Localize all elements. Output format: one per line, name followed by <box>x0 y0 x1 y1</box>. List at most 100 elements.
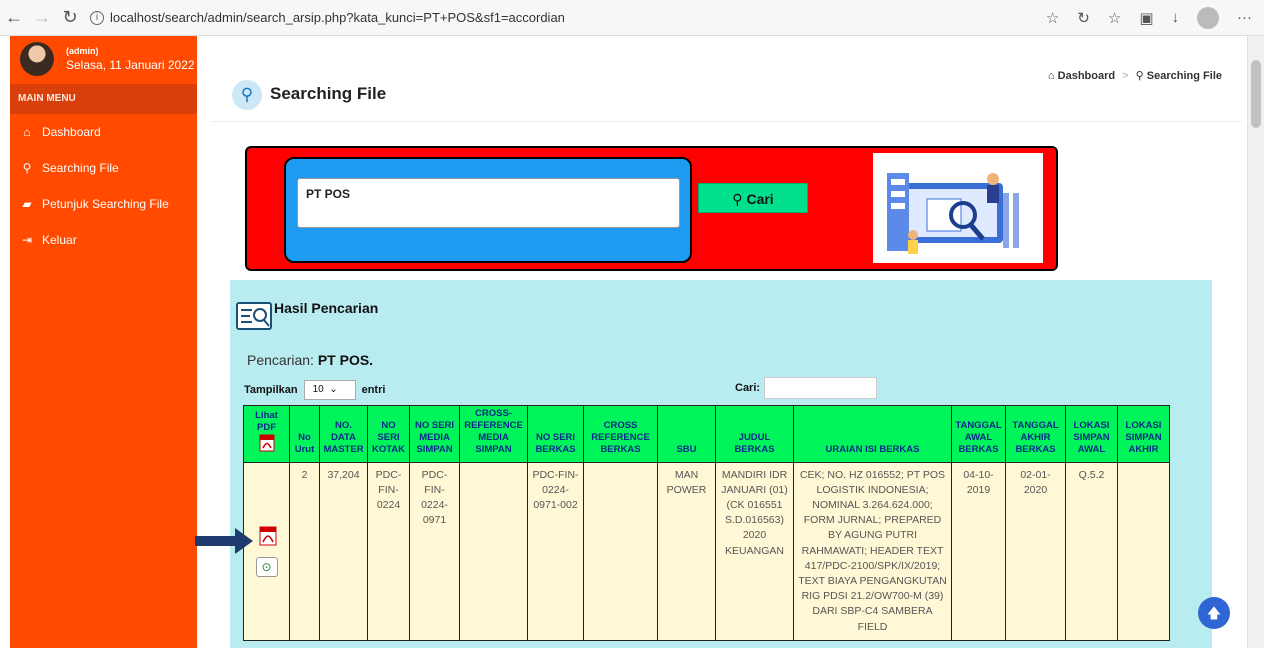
cell-no-seri-media: PDC-FIN-0224-0971 <box>409 461 460 641</box>
filter-input[interactable] <box>764 377 878 399</box>
col-judul-berkas[interactable]: JUDUL BERKAS <box>715 405 794 463</box>
col-uraian-isi[interactable]: URAIAN ISI BERKAS <box>793 405 952 463</box>
sidebar-item-searching-file[interactable]: ⚲ Searching File <box>10 150 197 186</box>
cell-lokasi-awal: Q.5.2 <box>1065 461 1118 641</box>
home-icon: ⌂ <box>1047 70 1055 82</box>
filter-label: Cari: <box>735 382 761 394</box>
cell-no-urut: 2 <box>289 461 320 641</box>
col-no-urut[interactable]: No Urut <box>289 405 320 463</box>
page-header: ⚲ Searching File ⌂ Dashboard > ⚲ Searchi… <box>210 36 1242 122</box>
search-icon: ⚲ <box>732 191 743 207</box>
col-lokasi-awal[interactable]: LOKASI SIMPAN AWAL <box>1065 405 1118 463</box>
profile-avatar[interactable] <box>1197 6 1219 29</box>
col-label: Lihat PDF <box>255 409 278 433</box>
sidebar-item-label: Keluar <box>42 233 77 247</box>
col-no-seri-kotak[interactable]: NO SERI KOTAK <box>367 405 410 463</box>
home-icon: ⌂ <box>23 125 31 139</box>
sidebar-item-label: Petunjuk Searching File <box>42 197 169 211</box>
cell-judul: MANDIRI IDR JANUARI (01) (CK 016551 S.D.… <box>715 461 794 641</box>
sidebar-item-dashboard[interactable]: ⌂ Dashboard <box>10 114 197 150</box>
length-select[interactable]: 10 ⌄ <box>303 380 356 400</box>
sidebar: (admin) Selasa, 11 Januari 2022 MAIN MEN… <box>10 36 197 648</box>
col-cross-ref-berkas[interactable]: CROSS REFERENCE BERKAS <box>583 405 658 463</box>
search-illustration <box>873 153 1043 263</box>
search-icon: ⚲ <box>1135 70 1144 82</box>
table-header-row: Lihat PDF No Urut NO. DATA MASTER NO SER… <box>243 405 1170 463</box>
arrow-up-icon: 🡅 <box>1206 605 1222 621</box>
refresh-icon[interactable]: ↻ <box>56 7 84 28</box>
query-label: Pencarian: <box>247 352 314 368</box>
query-value: PT POS. <box>317 352 374 368</box>
user-role: (admin) <box>66 46 99 56</box>
table-row: ⊙ 2 37,204 PDC-FIN-0224 PDC-FIN-0224-097… <box>243 461 1170 641</box>
col-no-data-master[interactable]: NO. DATA MASTER <box>319 405 368 463</box>
favorites-icon[interactable]: ☆ <box>1108 9 1121 27</box>
refresh-alt-icon[interactable]: ↻ <box>1077 9 1090 27</box>
cari-label: Cari <box>746 191 774 207</box>
col-cross-ref-media[interactable]: CROSS-REFERENCE MEDIA SIMPAN <box>459 405 528 463</box>
cell-uraian: CEK; NO. HZ 016552; PT POS LOGISTIK INDO… <box>793 461 952 641</box>
length-value: 10 <box>312 384 324 395</box>
user-date: Selasa, 11 Januari 2022 <box>66 58 195 72</box>
view-pdf-icon[interactable] <box>259 526 276 546</box>
more-icon[interactable]: ··· <box>1237 9 1252 26</box>
length-label: Tampilkan <box>244 384 298 396</box>
breadcrumb-dashboard[interactable]: Dashboard <box>1058 70 1115 82</box>
sidebar-item-label: Dashboard <box>42 125 101 139</box>
filter-control: Cari: <box>735 377 878 399</box>
breadcrumb-current: Searching File <box>1146 70 1222 82</box>
search-icon: ⚲ <box>22 161 32 175</box>
length-suffix: entri <box>361 384 386 396</box>
results-table: Lihat PDF No Urut NO. DATA MASTER NO SER… <box>243 405 1170 641</box>
cell-lokasi-akhir <box>1117 461 1170 641</box>
col-tanggal-akhir[interactable]: TANGGAL AKHIR BERKAS <box>1005 405 1066 463</box>
search-results-icon <box>236 302 272 330</box>
col-tanggal-awal[interactable]: TANGGAL AWAL BERKAS <box>951 405 1006 463</box>
cell-tgl-akhir: 02-01-2020 <box>1005 461 1066 641</box>
scrollbar-thumb[interactable] <box>1251 60 1261 128</box>
avatar <box>20 42 54 76</box>
sidebar-item-petunjuk[interactable]: ▰ Petunjuk Searching File <box>10 186 197 222</box>
search-input-frame: PT POS <box>284 157 692 263</box>
pdf-icon <box>259 434 275 454</box>
col-lokasi-akhir[interactable]: LOKASI SIMPAN AKHIR <box>1117 405 1170 463</box>
collections-icon[interactable]: ▣ <box>1139 9 1153 27</box>
vertical-scrollbar[interactable] <box>1247 36 1264 648</box>
address-bar[interactable]: i localhost/search/admin/search_arsip.ph… <box>90 10 565 25</box>
cell-cross-ref-media <box>459 461 528 641</box>
col-no-seri-berkas[interactable]: NO SERI BERKAS <box>527 405 584 463</box>
favorite-add-icon[interactable]: ☆ <box>1046 9 1059 27</box>
book-icon: ▰ <box>22 197 32 211</box>
cari-button[interactable]: ⚲ Cari <box>698 183 808 213</box>
cell-tgl-awal: 04-10-2019 <box>951 461 1006 641</box>
download-icon[interactable]: ↓ <box>1172 9 1180 26</box>
info-icon[interactable]: i <box>90 10 104 25</box>
page-title: Searching File <box>270 84 387 103</box>
back-icon[interactable]: ← <box>0 7 28 28</box>
browser-toolbar: ← → ↻ i localhost/search/admin/search_ar… <box>0 0 1264 36</box>
col-lihat-pdf[interactable]: Lihat PDF <box>243 405 290 463</box>
forward-icon[interactable]: → <box>28 7 56 28</box>
arrow-annotation-icon <box>195 528 253 559</box>
col-sbu[interactable]: SBU <box>657 405 716 463</box>
logout-icon: ⇥ <box>21 233 33 247</box>
main-content: ⚲ Searching File ⌂ Dashboard > ⚲ Searchi… <box>210 36 1242 648</box>
results-panel: Hasil Pencarian Pencarian: PT POS. Tampi… <box>230 280 1212 648</box>
cell-no-data-master: 37,204 <box>319 461 368 641</box>
url-text: localhost/search/admin/search_arsip.php?… <box>110 10 565 25</box>
search-panel: PT POS ⚲ Cari <box>245 146 1058 271</box>
query-text: Pencarian: PT POS. <box>247 352 373 368</box>
search-icon: ⚲ <box>232 80 262 110</box>
cell-no-seri-berkas: PDC-FIN-0224-0971-002 <box>527 461 584 641</box>
sidebar-item-keluar[interactable]: ⇥ Keluar <box>10 222 197 258</box>
check-circle-icon[interactable]: ⊙ <box>255 556 278 577</box>
cell-cross-ref-berkas <box>583 461 658 641</box>
cell-no-seri-kotak: PDC-FIN-0224 <box>367 461 410 641</box>
length-control: Tampilkan 10 ⌄ entri <box>244 380 385 400</box>
menu-header: MAIN MENU <box>10 84 197 114</box>
scroll-to-top-button[interactable]: 🡅 <box>1198 597 1230 629</box>
col-no-seri-media[interactable]: NO SERI MEDIA SIMPAN <box>409 405 460 463</box>
cell-sbu: MAN POWER <box>657 461 716 641</box>
search-input[interactable]: PT POS <box>297 178 680 228</box>
user-panel: (admin) Selasa, 11 Januari 2022 <box>10 36 197 82</box>
